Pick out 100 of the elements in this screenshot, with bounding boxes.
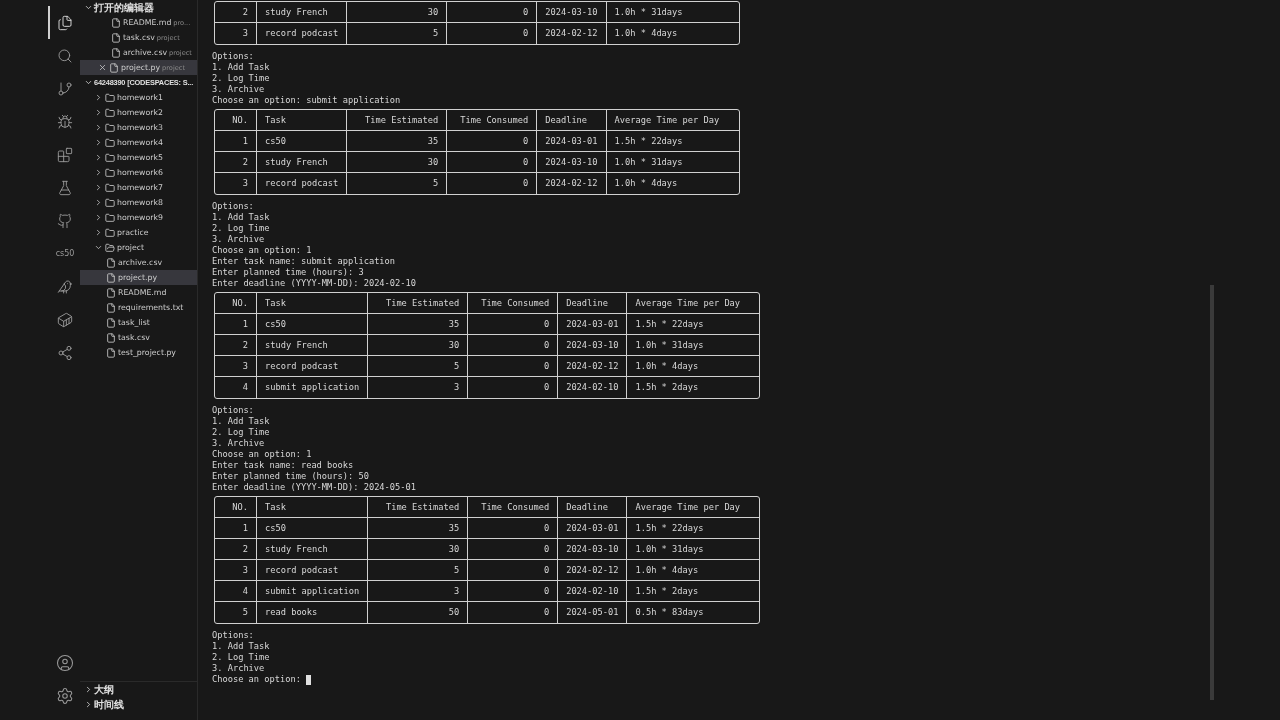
table-cell: 1.0h * 31days xyxy=(606,152,739,173)
terminal-line: 2. Log Time xyxy=(212,427,271,438)
terminal-line: Options: xyxy=(212,51,255,62)
terminal-line: Enter deadline (YYYY-MM-DD): 2024-02-10 xyxy=(212,278,417,289)
table-cell: 0 xyxy=(468,356,559,377)
file-icon xyxy=(111,17,121,28)
table-cell: record podcast xyxy=(257,560,369,581)
table-cell: 30 xyxy=(368,539,469,560)
table-cell: 2 xyxy=(215,152,257,173)
table-cell: 0 xyxy=(468,377,559,398)
terminal-line: Choose an option: submit application xyxy=(212,95,402,106)
terminal-line: 3. Archive xyxy=(212,438,266,449)
folder-icon xyxy=(105,152,115,163)
chevron-down-icon xyxy=(84,78,93,87)
terminal-line: Choose an option: 1 xyxy=(212,449,313,460)
table-cell: 2024-02-12 xyxy=(537,173,607,194)
table-cell: 2 xyxy=(215,335,257,356)
table-cell: 1.5h * 2days xyxy=(627,581,760,602)
file-icon xyxy=(106,287,116,298)
terminal-line: 2. Log Time xyxy=(212,652,271,663)
file-icon xyxy=(106,317,116,328)
table-cell: 1.0h * 31days xyxy=(627,539,760,560)
column-header: Task xyxy=(257,110,348,131)
column-header: Average Time per Day xyxy=(627,293,760,314)
table-cell: 35 xyxy=(368,518,469,539)
table-cell-text: 1.5h * 2days xyxy=(634,381,700,394)
column-header: NO. xyxy=(215,497,257,518)
table-cell: 3 xyxy=(215,23,257,44)
table-cell: submit application xyxy=(257,581,369,602)
table-cell: 2024-02-10 xyxy=(558,377,628,398)
table-cell: study French xyxy=(257,539,369,560)
table-cell: 3 xyxy=(215,560,257,581)
table-cell: 50 xyxy=(368,602,469,623)
column-header: Deadline xyxy=(537,110,607,131)
column-header: Deadline xyxy=(558,497,628,518)
table-cell: 5 xyxy=(347,23,448,44)
table-cell: 0 xyxy=(447,2,538,23)
chevron-down-icon xyxy=(94,243,103,252)
table-cell: 0 xyxy=(468,335,559,356)
folder-icon xyxy=(105,122,115,133)
table-cell: 1.0h * 4days xyxy=(627,356,760,377)
column-header: Average Time per Day xyxy=(627,497,760,518)
folder-icon xyxy=(105,197,115,208)
folder-icon xyxy=(105,137,115,148)
table-cell: 2024-02-10 xyxy=(558,581,628,602)
table-cell: 1.0h * 4days xyxy=(627,560,760,581)
table-cell: cs50 xyxy=(257,131,348,152)
terminal-line: Choose an option: xyxy=(212,674,1280,685)
column-header: Time Consumed xyxy=(468,293,559,314)
section-header[interactable]: 大纲 xyxy=(80,682,197,697)
activity-label[interactable]: cs50 xyxy=(55,249,75,258)
table-cell: study French xyxy=(257,152,348,173)
table-cell: 3 xyxy=(368,581,469,602)
table-cell: 1.5h * 22days xyxy=(606,131,739,152)
table-cell: 2024-03-01 xyxy=(537,131,607,152)
table-cell: 35 xyxy=(347,131,448,152)
table-cell: 2 xyxy=(215,539,257,560)
close-icon[interactable] xyxy=(98,63,107,72)
table-cell: study French xyxy=(257,335,369,356)
scrollbar[interactable] xyxy=(1210,285,1214,700)
table-cell: 1 xyxy=(215,314,257,335)
section-header[interactable]: 时间线 xyxy=(80,697,197,712)
terminal-line: 1. Add Task xyxy=(212,416,271,427)
terminal-line: Enter deadline (YYYY-MM-DD): 2024-05-01 xyxy=(212,482,417,493)
column-header: Time Consumed xyxy=(468,497,559,518)
table-cell: 2024-02-12 xyxy=(558,356,628,377)
column-header: Time Consumed xyxy=(447,110,538,131)
table-cell: 5 xyxy=(347,173,448,194)
terminal-line: 2. Log Time xyxy=(212,73,271,84)
table-cell: 2024-03-01 xyxy=(558,518,628,539)
terminal-line: 3. Archive xyxy=(212,234,266,245)
terminal-line: Options: xyxy=(212,201,255,212)
terminal-line: 1. Add Task xyxy=(212,212,271,223)
table-cell-text: 1.0h * 4days xyxy=(613,27,679,40)
table-cell: 5 xyxy=(368,560,469,581)
file-icon xyxy=(111,47,121,58)
table-cell: 0 xyxy=(447,152,538,173)
folder-icon xyxy=(105,107,115,118)
table-cell: 35 xyxy=(368,314,469,335)
table-cell: record podcast xyxy=(257,356,369,377)
table-cell: 0 xyxy=(447,23,538,44)
column-header: Time Estimated xyxy=(368,293,469,314)
section-header[interactable]: 打开的编辑器 xyxy=(80,0,197,15)
terminal-line: 2. Log Time xyxy=(212,223,271,234)
column-header: Time Estimated xyxy=(347,110,448,131)
open-folder-icon xyxy=(105,242,115,253)
terminal-line: Choose an option: 1 xyxy=(212,245,313,256)
table-cell: 2024-03-10 xyxy=(558,335,628,356)
terminal-line: Options: xyxy=(212,405,255,416)
folder-icon xyxy=(105,212,115,223)
folder-icon xyxy=(105,182,115,193)
table-cell: 30 xyxy=(368,335,469,356)
table-cell: 2024-03-01 xyxy=(558,314,628,335)
table-cell: 2024-03-10 xyxy=(537,2,607,23)
folder-icon xyxy=(105,92,115,103)
terminal-line: Enter task name: submit application xyxy=(212,256,397,267)
table-cell: 0 xyxy=(468,518,559,539)
table-cell: 1.5h * 22days xyxy=(627,518,760,539)
column-header: Task xyxy=(257,293,369,314)
table-cell: submit application xyxy=(257,377,369,398)
